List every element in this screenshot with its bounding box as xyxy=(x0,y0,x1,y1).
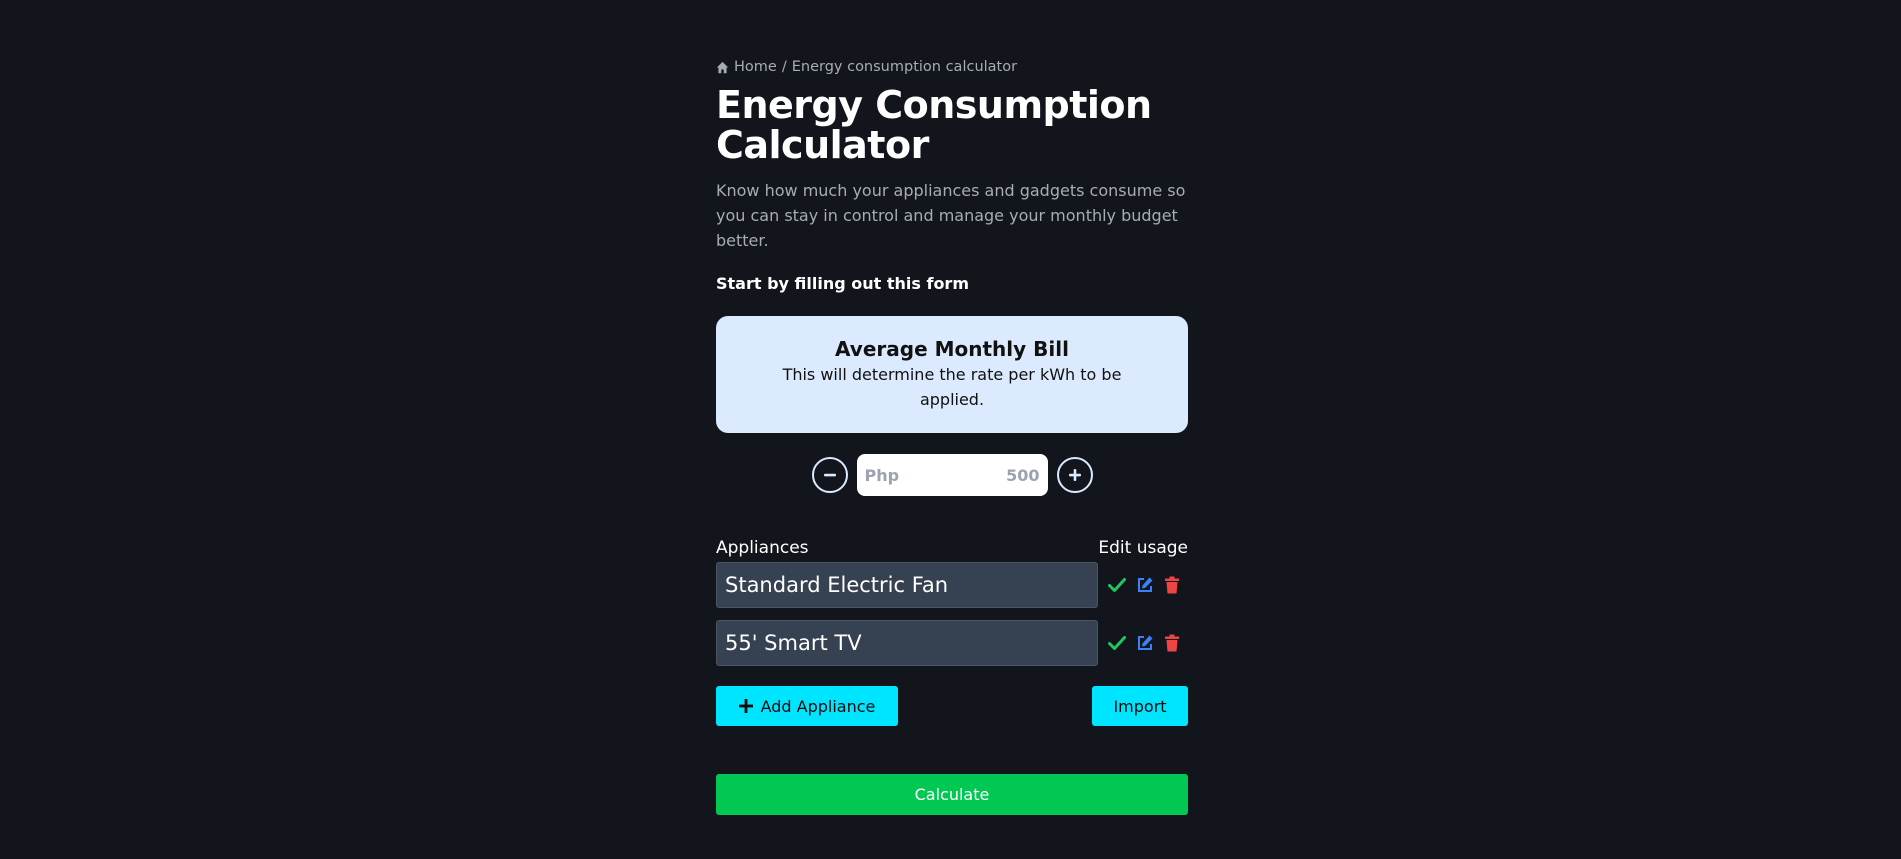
check-icon[interactable] xyxy=(1108,635,1126,651)
monthly-bill-title: Average Monthly Bill xyxy=(835,337,1069,361)
calculator-container: Home / Energy consumption calculator Ene… xyxy=(716,55,1188,815)
appliance-buttons: Add Appliance Import xyxy=(716,686,1188,726)
form-heading: Start by filling out this form xyxy=(716,274,969,293)
breadcrumb: Home / Energy consumption calculator xyxy=(716,55,1188,79)
appliance-actions xyxy=(1108,634,1180,652)
add-appliance-button[interactable]: Add Appliance xyxy=(716,686,898,726)
bill-stepper: Php 500 xyxy=(716,454,1188,496)
trash-icon[interactable] xyxy=(1164,576,1180,594)
check-icon[interactable] xyxy=(1108,577,1126,593)
trash-icon[interactable] xyxy=(1164,634,1180,652)
increment-button[interactable] xyxy=(1056,457,1093,493)
page-title: Energy Consumption Calculator xyxy=(716,85,1188,165)
monthly-bill-description: This will determine the rate per kWh to … xyxy=(782,365,1122,409)
currency-label: Php xyxy=(864,465,900,485)
plus-icon xyxy=(738,699,753,713)
page-title-line1: Energy Consumption xyxy=(716,83,1152,127)
plus-circle-icon xyxy=(1068,469,1081,481)
decrement-button[interactable] xyxy=(811,457,848,493)
edit-icon[interactable] xyxy=(1136,576,1154,594)
appliance-list-header: Appliances Edit usage xyxy=(716,538,1188,560)
edit-usage-label: Edit usage xyxy=(1098,538,1188,558)
bill-input-placeholder: 500 xyxy=(1006,465,1040,485)
breadcrumb-current: Energy consumption calculator xyxy=(791,59,1018,75)
calculate-button[interactable]: Calculate xyxy=(716,774,1188,815)
add-appliance-label: Add Appliance xyxy=(760,696,876,716)
minus-circle-icon xyxy=(823,473,836,477)
appliance-row: 55' Smart TV xyxy=(716,620,1188,666)
page-subtitle: Know how much your appliances and gadget… xyxy=(716,181,1186,250)
appliance-row: Standard Electric Fan xyxy=(716,562,1188,608)
import-button[interactable]: Import xyxy=(1092,686,1188,726)
appliance-actions xyxy=(1108,576,1180,594)
home-icon[interactable] xyxy=(716,61,729,74)
monthly-bill-input[interactable]: Php 500 xyxy=(856,454,1048,496)
appliance-name-field[interactable]: 55' Smart TV xyxy=(716,620,1098,666)
edit-icon[interactable] xyxy=(1136,634,1154,652)
monthly-bill-card: Average Monthly Bill This will determine… xyxy=(716,316,1188,433)
appliance-name-field[interactable]: Standard Electric Fan xyxy=(716,562,1098,608)
page-title-line2: Calculator xyxy=(716,123,929,167)
breadcrumb-home-link[interactable]: Home xyxy=(734,59,777,75)
breadcrumb-separator: / xyxy=(781,59,787,75)
appliances-label: Appliances xyxy=(716,538,809,558)
